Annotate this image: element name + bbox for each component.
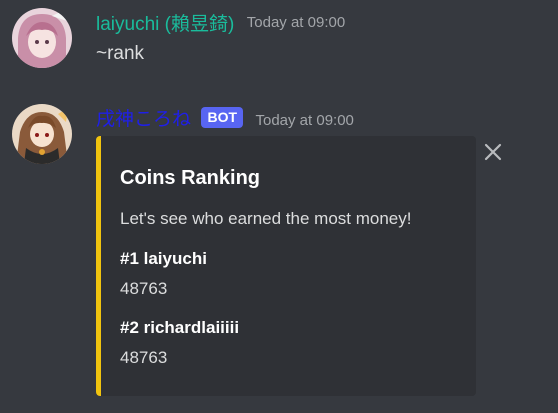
embed-field-value: 48763 xyxy=(120,279,168,298)
embed-field-name: #2 richardlaiiiii xyxy=(120,318,240,337)
embed-description: Let's see who earned the most money! xyxy=(120,209,412,228)
embed-accent-bar xyxy=(96,136,101,396)
message-content: ~rank xyxy=(96,43,145,64)
message-header: laiyuchi (賴昱錡) Today at 09:00 xyxy=(96,9,345,36)
message-header: 戌神ころね BOT Today at 09:00 xyxy=(96,104,354,131)
avatar[interactable] xyxy=(12,104,72,164)
embed-field-name: #1 laiyuchi xyxy=(120,249,207,268)
avatar[interactable] xyxy=(12,8,72,68)
embed-field-value: 48763 xyxy=(120,348,168,367)
username[interactable]: 戌神ころね xyxy=(96,109,191,130)
close-icon[interactable] xyxy=(482,141,504,163)
bot-badge: BOT xyxy=(201,107,244,128)
rich-embed: Coins Ranking Let's see who earned the m… xyxy=(96,136,476,396)
message: laiyuchi (賴昱錡) Today at 09:00 ~rank xyxy=(0,0,558,90)
timestamp: Today at 09:00 xyxy=(255,112,354,129)
embed-title: Coins Ranking xyxy=(120,167,261,189)
username[interactable]: laiyuchi (賴昱錡) xyxy=(96,14,234,35)
timestamp: Today at 09:00 xyxy=(246,14,346,31)
chat-messages: laiyuchi (賴昱錡) Today at 09:00 ~rank 戌神ころ… xyxy=(0,0,558,413)
